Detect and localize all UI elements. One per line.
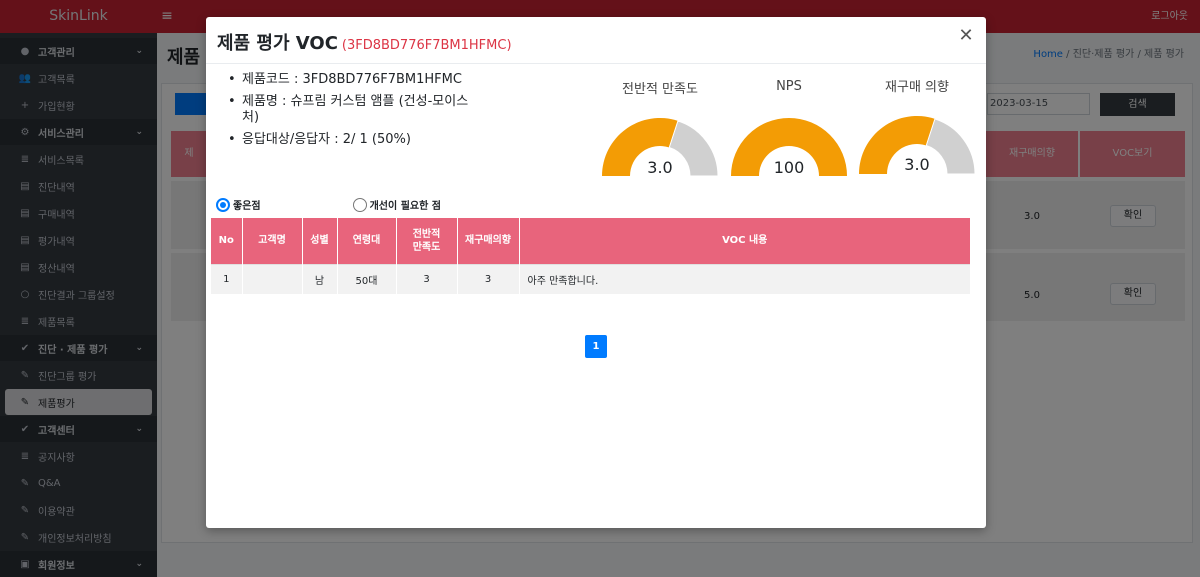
th-customer: 고객명: [242, 218, 303, 264]
voc-filter: 좋은점 개선이 필요한 점: [216, 197, 441, 212]
gauge-value-nps: 100: [773, 158, 805, 177]
cell-no: 1: [211, 263, 243, 294]
product-name: 제품명 : 슈프림 커스텀 앰플 (건성-모이스처): [228, 94, 478, 126]
pagination-page-1[interactable]: 1: [585, 335, 607, 358]
gauge-value-satisfaction: 3.0: [647, 158, 673, 177]
gauge-value-repurchase: 3.0: [904, 155, 930, 174]
th-satisfaction: 전반적 만족도: [396, 218, 458, 264]
voc-table-header: No 고객명 성별 연령대 전반적 만족도 재구매의향 VOC 내용: [211, 218, 971, 264]
th-repurchase: 재구매의향: [457, 218, 520, 264]
respondents: 응답대상/응답자 : 2/ 1 (50%): [228, 132, 478, 148]
cell-customer: [242, 263, 303, 294]
cell-age: 50대: [337, 263, 397, 294]
gauge-label-repurchase: 재구매 의향: [885, 80, 949, 95]
th-voc-content: VOC 내용: [519, 218, 971, 264]
radio-improve[interactable]: [352, 197, 367, 212]
cell-satisfaction: 3: [396, 263, 458, 294]
radio-improve-label[interactable]: 개선이 필요한 점: [370, 197, 441, 212]
th-gender: 성별: [302, 218, 338, 264]
th-no: No: [211, 218, 243, 264]
cell-gender: 남: [302, 263, 338, 294]
modal-title-text: 제품 평가 VOC: [217, 33, 338, 54]
cell-voc-content: 아주 만족합니다.: [519, 263, 971, 294]
product-code: 제품코드 : 3FD8BD776F7BM1HFMC: [228, 72, 478, 88]
modal-header: 제품 평가 VOC (3FD8BD776F7BM1HFMC) ✕: [206, 17, 986, 64]
radio-good[interactable]: [216, 197, 230, 212]
th-age: 연령대: [337, 218, 397, 264]
table-row: 1 남 50대 3 3 아주 만족합니다.: [211, 263, 971, 294]
modal-title-code: (3FD8BD776F7BM1HFMC): [341, 38, 512, 53]
close-icon[interactable]: ✕: [956, 26, 976, 46]
voc-modal: 제품 평가 VOC(3FD8BD776F7BM1HFMC) ✕ 제품코드 : 3…: [206, 17, 986, 528]
cell-repurchase: 3: [457, 263, 520, 294]
radio-good-label[interactable]: 좋은점: [233, 197, 261, 212]
modal-title: 제품 평가 VOC (3FD8BD776F7BM1HFMC): [217, 29, 512, 55]
voc-table: No 고객명 성별 연령대 전반적 만족도 재구매의향 VOC 내용 1 남 5…: [211, 218, 971, 294]
product-info-list: 제품코드 : 3FD8BD776F7BM1HFMC 제품명 : 슈프림 커스텀 …: [228, 72, 478, 154]
gauge-label-satisfaction: 전반적 만족도: [622, 82, 698, 97]
gauge-label-nps: NPS: [776, 79, 802, 94]
